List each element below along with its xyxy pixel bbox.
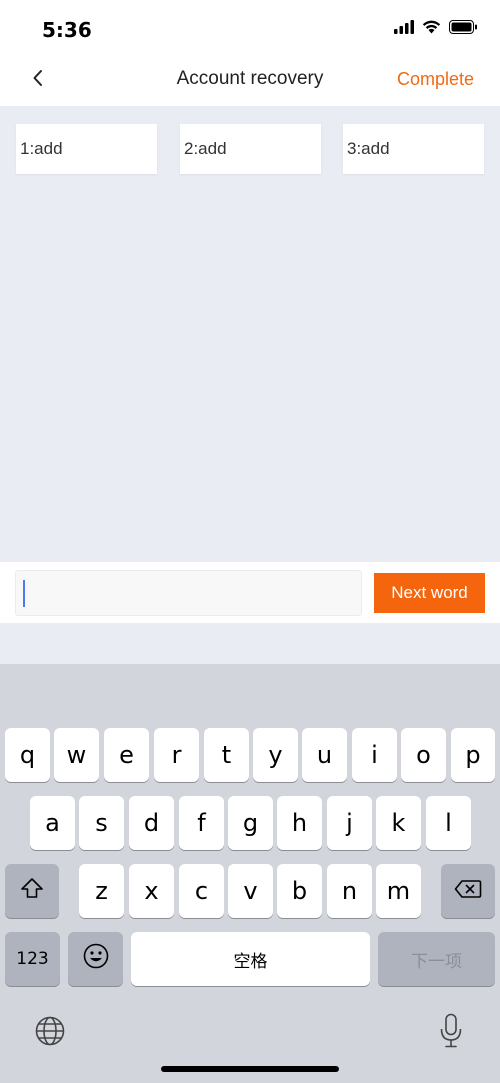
key-i[interactable]: i (352, 728, 397, 782)
key-e[interactable]: e (104, 728, 149, 782)
key-m[interactable]: m (376, 864, 421, 918)
key-x[interactable]: x (129, 864, 174, 918)
spacer (0, 623, 500, 664)
battery-icon (449, 20, 478, 39)
text-caret (23, 580, 25, 607)
key-u[interactable]: u (302, 728, 347, 782)
next-word-button[interactable]: Next word (374, 573, 485, 613)
complete-button[interactable]: Complete (397, 69, 474, 90)
key-t[interactable]: t (204, 728, 249, 782)
backspace-icon (454, 877, 482, 905)
microphone-icon (439, 1013, 463, 1054)
word-input[interactable] (15, 570, 362, 616)
word-slots-area: 1:add 2:add 3:add (0, 106, 500, 562)
emoji-key[interactable] (68, 932, 123, 986)
status-time: 5:36 (42, 18, 92, 42)
globe-icon (34, 1015, 66, 1052)
word-slot-2[interactable]: 2:add (180, 124, 321, 174)
key-k[interactable]: k (376, 796, 421, 850)
signal-icon (394, 20, 414, 39)
key-n[interactable]: n (327, 864, 372, 918)
numbers-key[interactable]: 123 (5, 932, 60, 986)
key-q[interactable]: q (5, 728, 50, 782)
word-slot-3[interactable]: 3:add (343, 124, 484, 174)
word-slot-1[interactable]: 1:add (16, 124, 157, 174)
backspace-key[interactable] (441, 864, 495, 918)
key-z[interactable]: z (79, 864, 124, 918)
key-b[interactable]: b (277, 864, 322, 918)
globe-button[interactable] (33, 1016, 67, 1050)
key-a[interactable]: a (30, 796, 75, 850)
key-f[interactable]: f (179, 796, 224, 850)
key-s[interactable]: s (79, 796, 124, 850)
shift-key[interactable] (5, 864, 59, 918)
status-bar: 5:36 (0, 0, 500, 56)
nav-bar: Account recovery Complete (0, 56, 500, 106)
dictation-button[interactable] (436, 1013, 466, 1054)
input-bar: Next word (0, 562, 500, 623)
key-c[interactable]: c (179, 864, 224, 918)
emoji-icon (82, 942, 110, 976)
key-p[interactable]: p (451, 728, 495, 782)
key-r[interactable]: r (154, 728, 199, 782)
status-icons (394, 20, 478, 39)
key-v[interactable]: v (228, 864, 273, 918)
key-d[interactable]: d (129, 796, 174, 850)
space-key[interactable]: 空格 (131, 932, 370, 986)
key-l[interactable]: l (426, 796, 471, 850)
key-y[interactable]: y (253, 728, 298, 782)
wifi-icon (422, 20, 441, 39)
home-indicator (161, 1066, 339, 1072)
key-g[interactable]: g (228, 796, 273, 850)
key-o[interactable]: o (401, 728, 446, 782)
key-w[interactable]: w (54, 728, 99, 782)
key-j[interactable]: j (327, 796, 372, 850)
shift-icon (20, 877, 44, 905)
keyboard: q w e r t y u i o p a s d f g h j k l z … (0, 664, 500, 1083)
key-h[interactable]: h (277, 796, 322, 850)
next-item-key[interactable]: 下一项 (378, 932, 495, 986)
